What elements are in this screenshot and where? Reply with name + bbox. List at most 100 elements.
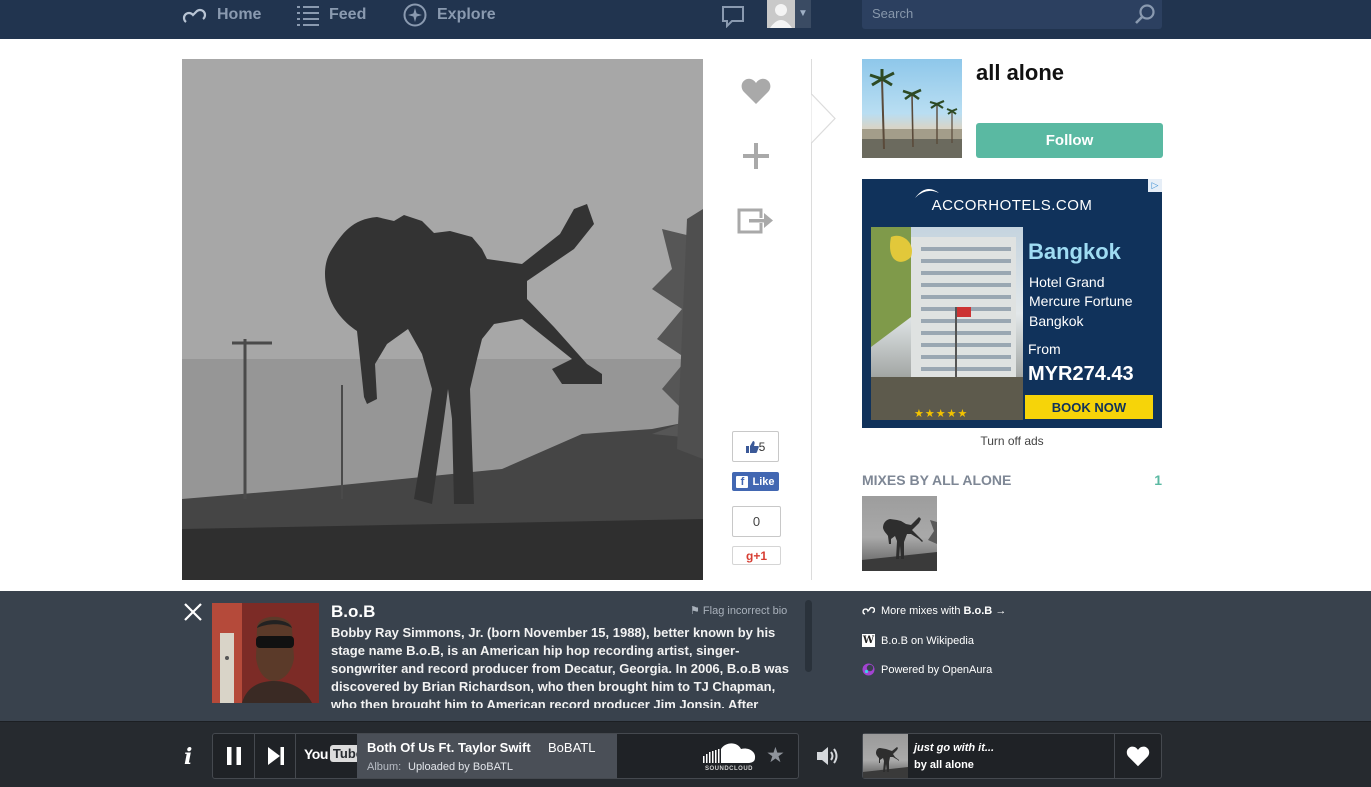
bio-artist-name: B.o.B: [406, 643, 441, 658]
openaura-link[interactable]: Powered by OpenAura: [862, 663, 992, 676]
nav-feed-label: Feed: [329, 6, 367, 23]
heart-icon: [1126, 746, 1150, 766]
add-to-collection-button[interactable]: [731, 131, 781, 181]
chat-bubble-icon: [722, 6, 744, 29]
chevron-down-icon: ▼: [798, 8, 808, 19]
favorite-track-button[interactable]: ★: [766, 743, 785, 768]
compass-icon: [403, 3, 427, 27]
messages-button[interactable]: [721, 4, 745, 33]
openaura-logo-icon: [862, 663, 875, 676]
ad-hotel-line: Mercure Fortune: [1029, 293, 1133, 309]
ad-city: Bangkok: [1028, 239, 1121, 264]
mix-thumbnail[interactable]: [862, 496, 937, 571]
user-avatar-image[interactable]: [862, 59, 962, 158]
bio-scrollbar[interactable]: [805, 600, 812, 672]
nav-explore[interactable]: Explore: [403, 0, 496, 30]
like-button[interactable]: [731, 66, 781, 116]
google-g-icon: g: [745, 548, 754, 563]
couple-silhouette-small-image: [863, 747, 908, 778]
nav-feed[interactable]: Feed: [297, 0, 366, 30]
search-icon[interactable]: [1134, 3, 1156, 25]
more-mixes-artist: B.o.B: [963, 604, 993, 617]
close-icon: [184, 603, 202, 621]
ad-star-rating: ★★★★★: [914, 408, 969, 420]
user-menu-button[interactable]: ▼: [767, 0, 811, 28]
more-mixes-label: More mixes with: [881, 604, 964, 617]
nav-home[interactable]: Home: [181, 0, 261, 30]
ad-from-label: From: [1028, 341, 1061, 357]
next-mix-thumbnail[interactable]: [863, 734, 908, 778]
ad-hotel-photo: [871, 227, 1023, 420]
more-mixes-link[interactable]: More mixes with B.o.B →: [862, 604, 1006, 617]
avatar: [767, 0, 795, 28]
ad-choices-icon[interactable]: ▷: [1148, 179, 1162, 192]
facebook-like-button[interactable]: f Like: [732, 472, 779, 491]
artist-name: B.o.B: [331, 602, 376, 621]
user-name[interactable]: all alone: [976, 60, 1064, 86]
ad-hotel-line: Bangkok: [1029, 313, 1084, 329]
hotel-building-image: [871, 227, 1023, 420]
mix-cover-image: [182, 59, 703, 580]
default-avatar-icon: [770, 4, 792, 28]
follow-button[interactable]: Follow: [976, 123, 1163, 158]
skip-next-icon: [267, 747, 284, 765]
ad-hotel-line: Hotel Grand: [1029, 274, 1105, 290]
search-box: [862, 0, 1162, 29]
turn-off-ads-link[interactable]: Turn off ads: [862, 434, 1162, 448]
advertisement[interactable]: ▷ ACCORHOTELS.COM ★★★★★ Bangkok Hotel Gr…: [862, 179, 1162, 428]
google-plus-label: +1: [753, 548, 768, 563]
album-value: Uploaded by BoBATL: [408, 761, 513, 773]
plus-icon: [743, 143, 769, 169]
wikipedia-link[interactable]: W B.o.B on Wikipedia: [862, 634, 974, 647]
facebook-like-label: Like: [752, 475, 775, 488]
pause-button[interactable]: [213, 733, 255, 779]
artist-bio: Bobby Ray Simmons, Jr. (born November 15…: [331, 624, 799, 708]
track-info-button[interactable]: i: [184, 744, 192, 770]
track-title: Both Of Us Ft. Taylor Swift: [367, 740, 531, 755]
openaura-label: Powered by OpenAura: [881, 663, 993, 676]
arrow-right-icon: →: [995, 604, 1007, 617]
search-input[interactable]: [862, 0, 1122, 27]
couple-silhouette-image: [182, 59, 703, 580]
mixes-section-title: MIXES BY ALL ALONE: [862, 472, 1012, 488]
volume-icon: [817, 747, 838, 765]
soundcloud-label: SOUNDCLOUD: [705, 766, 753, 772]
skip-button[interactable]: [256, 733, 296, 779]
youtube-you-text: You: [304, 745, 328, 762]
pause-icon: [226, 747, 241, 765]
artist-portrait-image: [212, 603, 319, 703]
nav-explore-label: Explore: [437, 6, 496, 23]
artist-photo: [212, 603, 319, 703]
volume-button[interactable]: [815, 744, 841, 773]
ad-price: MYR274.43: [1028, 363, 1134, 385]
palm-trees-image: [862, 69, 962, 158]
soundcloud-cloud-icon: [703, 743, 756, 763]
mixes-count[interactable]: 1: [1140, 472, 1162, 488]
facebook-icon: f: [736, 475, 749, 488]
next-mix-like-button[interactable]: [1114, 734, 1161, 778]
next-mix-author[interactable]: by all alone: [914, 759, 974, 771]
google-plus-count: 0: [732, 506, 781, 537]
flag-incorrect-bio-link[interactable]: ⚑ Flag incorrect bio: [690, 604, 787, 617]
list-icon: [297, 6, 319, 26]
wikipedia-label: B.o.B on Wikipedia: [881, 634, 974, 647]
wikipedia-icon: W: [862, 634, 875, 647]
track-artist[interactable]: BoBATL: [548, 740, 595, 755]
facebook-like-count: 5: [732, 431, 779, 462]
google-plus-button[interactable]: g +1: [732, 546, 781, 565]
nav-home-label: Home: [217, 6, 262, 23]
ad-brand: ACCORHOTELS.COM: [931, 197, 1093, 214]
top-navigation-bar: Home Feed Explore ▼: [0, 0, 1371, 39]
close-info-panel-button[interactable]: [182, 601, 204, 628]
thumbs-up-icon: [745, 440, 759, 453]
heart-icon: [741, 78, 771, 104]
next-mix-title[interactable]: just go with it...: [914, 742, 994, 754]
ad-book-now-button[interactable]: BOOK NOW: [1025, 395, 1153, 419]
album-label: Album:: [367, 761, 402, 773]
facebook-count-value: 5: [758, 439, 766, 454]
couple-silhouette-thumbnail: [862, 517, 937, 571]
infinity-logo-icon: [182, 8, 207, 23]
share-button[interactable]: [731, 196, 781, 246]
infinity-link-icon: [862, 606, 875, 615]
share-icon: [737, 208, 773, 234]
